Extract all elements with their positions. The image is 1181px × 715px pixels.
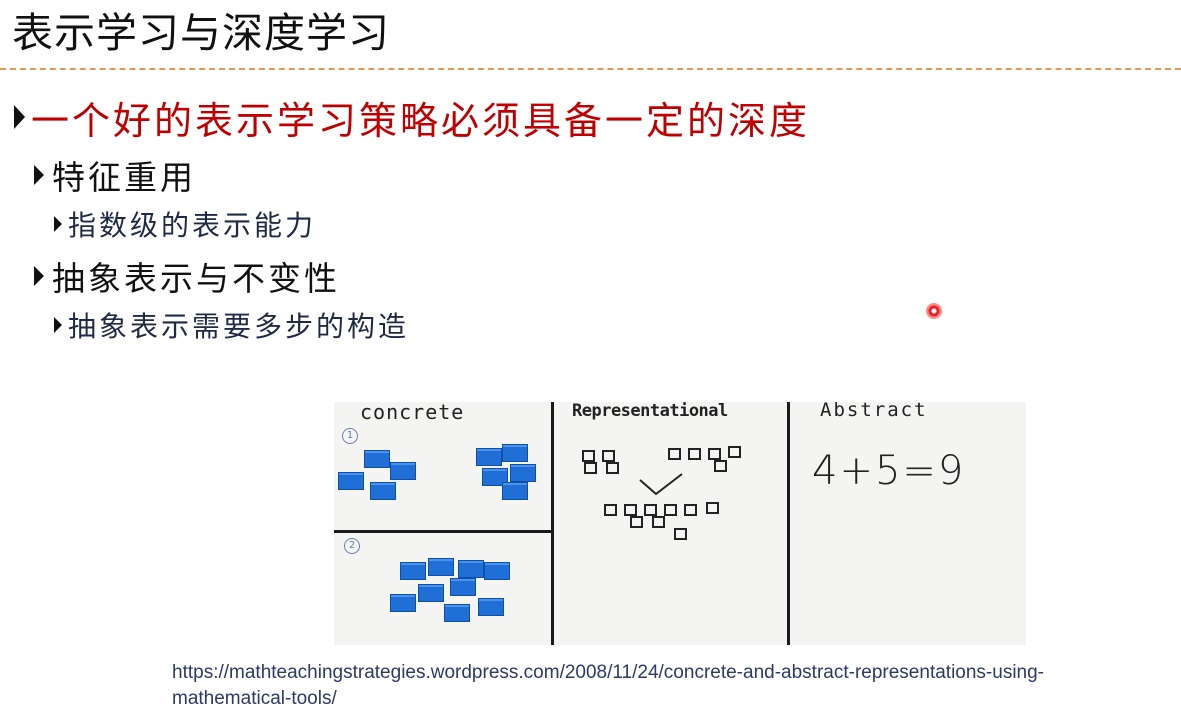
row-mark-2: 2 [344, 538, 360, 554]
drawn-square [630, 516, 643, 528]
cube [338, 472, 364, 490]
cube [390, 594, 416, 612]
drawn-square [644, 504, 657, 516]
bullet-abstraction-text: 抽象表示与不变性 [52, 259, 340, 298]
drawn-square [668, 448, 681, 460]
concrete-representational-abstract-photo: concrete Representational Abstract 4+5=9… [334, 402, 1026, 645]
bullet-multistep: 抽象表示需要多步的构造 [54, 306, 409, 344]
bullet-triangle-icon [14, 105, 25, 129]
cube [502, 482, 528, 500]
cube [444, 604, 470, 622]
drawn-square [652, 516, 665, 528]
drawn-square [664, 504, 677, 516]
bullet-exponential-power-text: 指数级的表示能力 [68, 209, 317, 242]
drawn-square [606, 462, 619, 474]
cube [510, 464, 536, 482]
bullet-level1: 一个好的表示学习策略必须具备一定的深度 [14, 94, 810, 143]
cube [476, 448, 502, 466]
bullet-feature-reuse-text: 特征重用 [52, 158, 196, 197]
cube [502, 444, 528, 462]
title-divider [0, 68, 1181, 70]
cube [400, 562, 426, 580]
laser-pointer-icon [926, 303, 942, 319]
cube [390, 462, 416, 480]
drawn-square [584, 462, 597, 474]
cube [428, 558, 454, 576]
drawn-square [624, 504, 637, 516]
drawn-square [684, 504, 697, 516]
row-mark-1: 1 [342, 428, 358, 444]
bullet-level1-text: 一个好的表示学习策略必须具备一定的深度 [31, 98, 811, 143]
cube [450, 578, 476, 596]
drawn-square [688, 448, 701, 460]
bullet-triangle-icon [34, 165, 44, 185]
abstract-heading: Abstract [820, 402, 928, 421]
drawn-square [728, 446, 741, 458]
combine-checkmark [639, 473, 683, 496]
drawn-square [604, 504, 617, 516]
column-divider [551, 402, 554, 645]
cube [458, 560, 484, 578]
bullet-multistep-text: 抽象表示需要多步的构造 [68, 310, 410, 343]
concrete-heading: concrete [360, 402, 465, 424]
column-divider [787, 402, 790, 645]
row-divider [334, 530, 553, 533]
representational-heading: Representational [572, 402, 728, 421]
bullet-abstraction: 抽象表示与不变性 [34, 254, 340, 298]
drawn-square [582, 450, 595, 462]
cube [370, 482, 396, 500]
drawn-square [602, 450, 615, 462]
bullet-exponential-power: 指数级的表示能力 [54, 205, 316, 243]
cube [418, 584, 444, 602]
drawn-square [706, 502, 719, 514]
bullet-triangle-icon [54, 216, 62, 232]
bullet-triangle-icon [34, 266, 44, 286]
bullet-triangle-icon [54, 317, 62, 333]
slide-title: 表示学习与深度学习 [12, 9, 390, 57]
abstract-equation: 4+5=9 [812, 448, 966, 494]
drawn-square [708, 448, 721, 460]
cube [478, 598, 504, 616]
drawn-square [714, 460, 727, 472]
cube [484, 562, 510, 580]
bullet-feature-reuse: 特征重用 [34, 153, 196, 197]
drawn-square [674, 528, 687, 540]
cube [364, 450, 390, 468]
source-url-text: https://mathteachingstrategies.wordpress… [172, 662, 1044, 709]
